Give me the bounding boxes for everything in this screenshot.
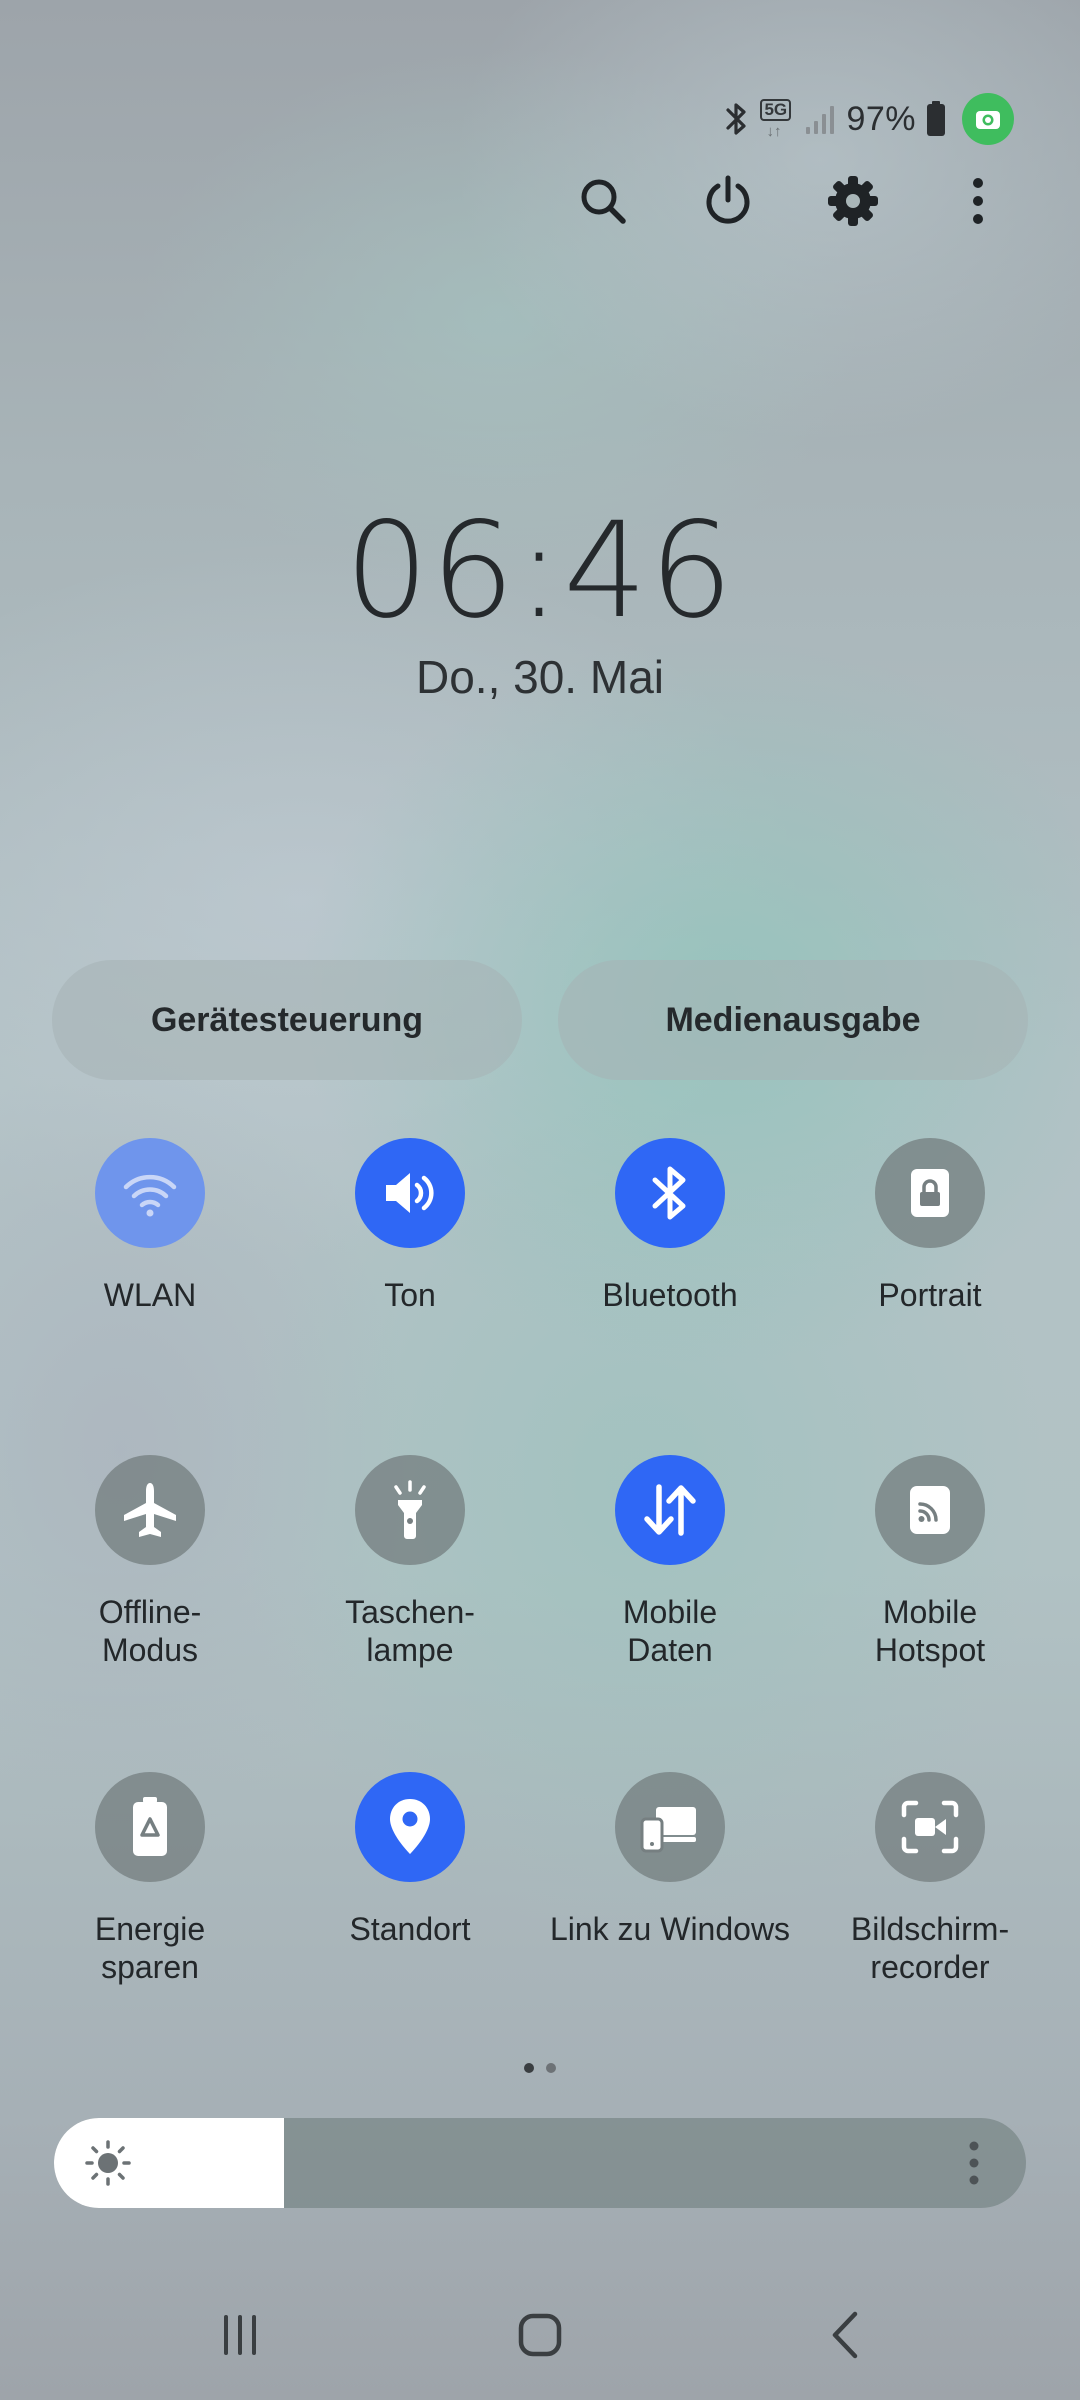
search-button[interactable] — [570, 168, 636, 234]
tile-sound-toggle[interactable] — [355, 1138, 465, 1248]
tile-airplane-mode-label: Offline- Modus — [98, 1594, 202, 1668]
tile-flashlight-toggle[interactable] — [355, 1455, 465, 1565]
search-icon — [581, 179, 626, 224]
more-options-button[interactable] — [945, 168, 1011, 234]
network-type-indicator: 5G ↓↑ — [760, 99, 794, 139]
tile-airplane-mode-toggle[interactable] — [95, 1455, 205, 1565]
speaker-icon — [386, 1173, 434, 1213]
brightness-slider[interactable] — [54, 2118, 1026, 2208]
bluetooth-icon — [652, 1166, 686, 1220]
tile-link-to-windows-toggle[interactable] — [615, 1772, 725, 1882]
network-activity-arrows: ↓↑ — [766, 123, 782, 140]
recents-icon — [224, 2315, 256, 2355]
camera-icon — [976, 111, 1000, 129]
page-dot-1[interactable] — [524, 2063, 534, 2073]
navigation-bar — [0, 2300, 1080, 2370]
device-control-button[interactable]: Gerätesteuerung — [52, 960, 522, 1080]
battery-percent: 97% — [846, 99, 916, 138]
power-button[interactable] — [695, 168, 761, 234]
brightness-more-icon[interactable] — [968, 2140, 980, 2186]
tile-mobile-data[interactable]: Mobile Daten — [540, 1455, 800, 1695]
rotation-lock-icon — [911, 1169, 949, 1217]
tile-mobile-data-toggle[interactable] — [615, 1455, 725, 1565]
hotspot-icon — [910, 1486, 950, 1534]
tile-mobile-data-label: Mobile Daten — [622, 1594, 718, 1668]
gear-icon — [828, 176, 878, 226]
tile-power-saving[interactable]: Energie sparen — [20, 1772, 280, 2012]
tile-link-to-windows[interactable]: Link zu Windows — [540, 1772, 800, 2012]
tile-power-saving-toggle[interactable] — [95, 1772, 205, 1882]
tile-flashlight-label: Taschen- lampe — [345, 1594, 475, 1668]
location-pin-icon — [390, 1799, 430, 1854]
battery-icon — [927, 101, 945, 136]
tile-bluetooth-toggle[interactable] — [615, 1138, 725, 1248]
tile-sound[interactable]: Ton — [280, 1138, 540, 1378]
tile-airplane-mode[interactable]: Offline- Modus — [20, 1455, 280, 1695]
top-actions-row — [0, 168, 1080, 234]
sun-icon — [85, 2140, 131, 2186]
tile-power-saving-label: Energie sparen — [94, 1911, 206, 1985]
tile-location[interactable]: Standort — [280, 1772, 540, 2012]
tile-mobile-hotspot-toggle[interactable] — [875, 1455, 985, 1565]
status-bar: 5G ↓↑ 97% — [724, 93, 1014, 145]
screen-recorder-icon — [901, 1800, 959, 1854]
network-type-label: 5G — [760, 99, 792, 121]
tile-wlan-label: WLAN — [103, 1277, 197, 1313]
tile-portrait[interactable]: Portrait — [800, 1138, 1060, 1378]
tile-mobile-hotspot[interactable]: Mobile Hotspot — [800, 1455, 1060, 1695]
tile-portrait-label: Portrait — [878, 1277, 982, 1313]
tile-screen-recorder[interactable]: Bildschirm- recorder — [800, 1772, 1060, 2012]
signal-bars-icon — [806, 106, 835, 134]
tile-bluetooth-label: Bluetooth — [602, 1277, 738, 1313]
tile-location-toggle[interactable] — [355, 1772, 465, 1882]
tile-location-label: Standort — [349, 1911, 471, 1947]
media-output-button[interactable]: Medienausgabe — [558, 960, 1028, 1080]
home-icon — [518, 2313, 562, 2357]
clock-time-text: 06:46 — [344, 494, 736, 648]
wifi-icon — [123, 1174, 177, 1217]
tile-screen-recorder-toggle[interactable] — [875, 1772, 985, 1882]
settings-button[interactable] — [820, 168, 886, 234]
tile-portrait-toggle[interactable] — [875, 1138, 985, 1248]
battery-saver-icon — [133, 1797, 167, 1856]
tile-sound-label: Ton — [384, 1277, 436, 1313]
power-icon — [706, 175, 750, 224]
back-button[interactable] — [805, 2300, 885, 2370]
mobile-data-icon — [644, 1484, 696, 1536]
more-vertical-icon — [973, 178, 983, 224]
tile-wlan[interactable]: WLAN — [20, 1138, 280, 1378]
link-to-windows-icon — [640, 1807, 696, 1853]
page-dot-2[interactable] — [546, 2063, 556, 2073]
tile-screen-recorder-label: Bildschirm- recorder — [850, 1911, 1010, 1985]
page-indicator — [0, 2063, 1080, 2073]
bluetooth-icon — [726, 103, 747, 135]
tile-wlan-toggle[interactable] — [95, 1138, 205, 1248]
tile-link-to-windows-label: Link zu Windows — [549, 1911, 791, 1947]
clock-time[interactable]: 06:46 — [0, 494, 1080, 648]
tile-flashlight[interactable]: Taschen- lampe — [280, 1455, 540, 1695]
tile-bluetooth[interactable]: Bluetooth — [540, 1138, 800, 1378]
clock-date[interactable]: Do., 30. Mai — [0, 650, 1080, 704]
camera-in-use-indicator[interactable] — [962, 93, 1014, 145]
home-button[interactable] — [500, 2300, 580, 2370]
airplane-icon — [124, 1483, 176, 1537]
flashlight-icon — [394, 1480, 426, 1539]
tile-mobile-hotspot-label: Mobile Hotspot — [874, 1594, 986, 1668]
recents-button[interactable] — [200, 2300, 280, 2370]
back-icon — [832, 2311, 858, 2359]
